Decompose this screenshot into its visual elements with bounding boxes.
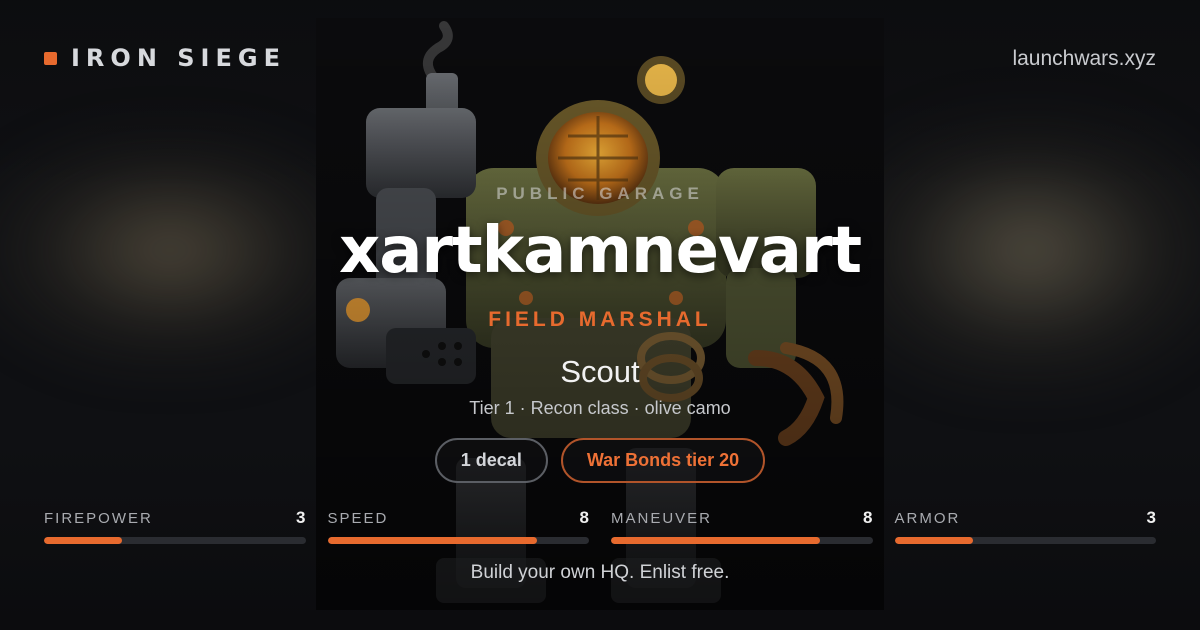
stat-value: 8 bbox=[863, 508, 873, 527]
stat-bar-fill bbox=[327, 537, 537, 544]
stat-bar-track bbox=[611, 537, 873, 544]
brand-name: IRON SIEGE bbox=[71, 44, 286, 72]
stat-value: 3 bbox=[296, 508, 306, 527]
rank-label: FIELD MARSHAL bbox=[488, 308, 712, 331]
stat-bar-track bbox=[327, 537, 589, 544]
stat-bar-track bbox=[894, 537, 1156, 544]
username-title: xartkamnevart bbox=[338, 214, 862, 288]
stat-label: MANEUVER bbox=[611, 510, 713, 527]
stat-value: 8 bbox=[579, 508, 589, 527]
stat-speed: SPEED 8 bbox=[327, 508, 589, 544]
footer-cta[interactable]: Build your own HQ. Enlist free. bbox=[0, 562, 1200, 584]
stat-bar-fill bbox=[44, 537, 123, 544]
stat-bar-fill bbox=[894, 537, 973, 544]
garage-eyebrow: PUBLIC GARAGE bbox=[496, 184, 704, 203]
badge-row: 1 decal War Bonds tier 20 bbox=[0, 438, 1200, 483]
war-bonds-badge: War Bonds tier 20 bbox=[560, 438, 766, 483]
stat-armor: ARMOR 3 bbox=[894, 508, 1156, 544]
stat-label: FIREPOWER bbox=[44, 510, 153, 527]
mech-name: Scout bbox=[560, 354, 640, 389]
stat-firepower: FIREPOWER 3 bbox=[44, 508, 306, 544]
stat-bar-track bbox=[44, 537, 306, 544]
stat-maneuver: MANEUVER 8 bbox=[611, 508, 873, 544]
stat-value: 3 bbox=[1146, 508, 1156, 527]
site-url-link[interactable]: launchwars.xyz bbox=[1012, 47, 1156, 71]
decal-count-badge: 1 decal bbox=[434, 438, 548, 483]
mech-subtitle: Tier 1 · Recon class · olive camo bbox=[469, 398, 731, 418]
brand-square-icon bbox=[44, 51, 57, 65]
stat-bar-fill bbox=[611, 537, 821, 544]
stat-label: SPEED bbox=[327, 510, 389, 527]
brand-logo[interactable]: IRON SIEGE bbox=[44, 44, 286, 72]
stats-row: FIREPOWER 3 SPEED 8 MANEUVER 8 ARMOR 3 bbox=[44, 508, 1156, 544]
stat-label: ARMOR bbox=[894, 510, 961, 527]
